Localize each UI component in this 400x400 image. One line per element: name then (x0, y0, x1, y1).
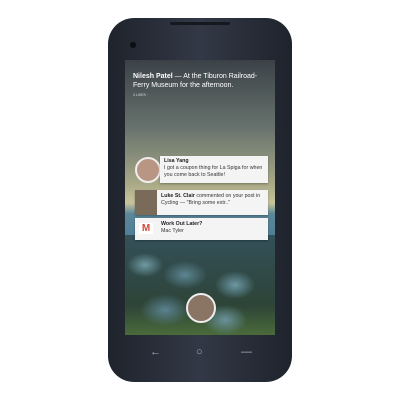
home-button[interactable]: ○ (196, 346, 203, 358)
notification-title: Lisa Yang (164, 158, 189, 164)
notification-text: I got a coupon thing for La Spiga for wh… (164, 165, 263, 178)
notification-title: Luke St. Clair (161, 193, 195, 199)
camera-icon (130, 42, 136, 48)
back-button[interactable]: ← (150, 346, 161, 358)
speaker-grille (170, 22, 230, 25)
notification-item[interactable]: Lisa Yang I got a coupon thing for La Spi… (160, 156, 268, 183)
notification-item[interactable]: Luke St. Clair commented on your post in… (135, 190, 268, 215)
story-author: Nilesh Patel (133, 73, 173, 80)
home-screen: Nilesh Patel — At the Tiburon Railroad-F… (125, 60, 275, 335)
story-likes[interactable]: 4 LIKES · (133, 93, 148, 97)
menu-button[interactable]: — (241, 346, 252, 358)
notification-item[interactable]: M Work Out Later? Mac Tyler (135, 218, 268, 240)
avatar (135, 190, 157, 215)
avatar (135, 157, 161, 183)
profile-avatar-button[interactable] (186, 293, 216, 323)
notification-text: Mac Tyler (161, 228, 184, 234)
story-text[interactable]: Nilesh Patel — At the Tiburon Railroad-F… (133, 72, 268, 90)
gmail-icon: M (139, 223, 153, 234)
notification-title: Work Out Later? (161, 221, 203, 227)
